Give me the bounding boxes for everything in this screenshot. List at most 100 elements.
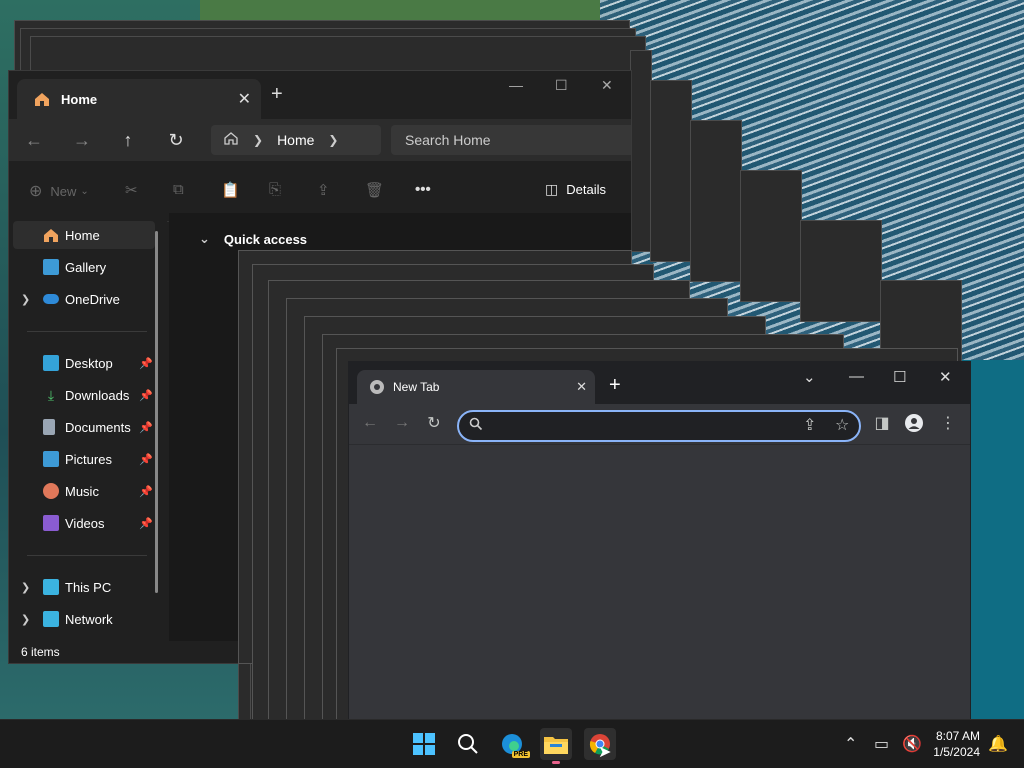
taskbar-search-button[interactable] (452, 728, 484, 760)
show-hidden-icons-button[interactable]: ⌃ (844, 720, 857, 768)
maximize-button[interactable]: ☐ (555, 77, 568, 94)
sidebar-item-gallery[interactable]: Gallery (13, 253, 155, 281)
chrome-favicon-icon (369, 379, 385, 395)
reload-button[interactable]: ↻ (423, 412, 445, 434)
maximize-button[interactable]: ☐ (893, 368, 906, 386)
pictures-icon (43, 451, 59, 467)
document-icon (43, 419, 55, 435)
sidebar-item-pictures[interactable]: Pictures 📌 (13, 445, 155, 473)
omnibox-input[interactable] (491, 412, 795, 442)
chrome-taskbar-icon[interactable]: ➤ (584, 728, 616, 761)
close-tab-icon[interactable]: ✕ (576, 379, 587, 395)
quick-access-header[interactable]: ⌄ Quick access (199, 231, 307, 247)
details-pane-icon: ◫ (545, 181, 559, 197)
explorer-titlebar[interactable]: Home ✕ + — ☐ ✕ (9, 71, 631, 119)
window-ghost-trail (740, 170, 802, 302)
omnibox[interactable]: ⇪ ☆ (457, 410, 861, 442)
sidebar-item-downloads[interactable]: ⤓ Downloads 📌 (13, 381, 155, 409)
chevron-right-icon[interactable]: ❯ (21, 581, 30, 594)
more-options-icon[interactable]: ••• (415, 181, 431, 198)
volume-muted-icon[interactable]: 🔇 (902, 720, 922, 768)
close-tab-icon[interactable]: ✕ (238, 89, 251, 109)
minimize-button[interactable]: — (849, 368, 864, 385)
file-explorer-taskbar-icon[interactable] (540, 728, 572, 764)
share-icon[interactable]: ⇪ (317, 181, 330, 199)
home-outline-icon (223, 130, 239, 151)
sidebar-item-label: Desktop (65, 355, 113, 371)
side-panel-icon[interactable]: ◨ (871, 412, 893, 434)
minimize-button[interactable]: — (509, 77, 523, 93)
sidebar-item-label: Music (65, 483, 99, 499)
sidebar-item-music[interactable]: Music 📌 (13, 477, 155, 505)
cloud-icon (43, 294, 59, 304)
details-label: Details (566, 182, 606, 197)
details-button[interactable]: ◫ Details (545, 181, 606, 198)
explorer-navbar: ← → ↑ ↻ ❯ Home ❯ Search Home (9, 119, 631, 161)
sidebar-item-this-pc[interactable]: ❯ This PC (13, 573, 155, 601)
forward-button[interactable]: → (69, 127, 95, 153)
chevron-right-icon[interactable]: ❯ (21, 293, 30, 306)
chevron-right-icon[interactable]: ❯ (21, 613, 30, 626)
chrome-tab-label: New Tab (393, 380, 440, 394)
up-button[interactable]: ↑ (115, 127, 141, 153)
plus-circle-icon: ⊕ (29, 183, 43, 200)
share-icon[interactable]: ⇪ (803, 415, 816, 435)
chevron-right-icon: ❯ (253, 133, 264, 147)
address-segment-home[interactable]: Home (277, 132, 314, 148)
sidebar-item-network[interactable]: ❯ Network (13, 605, 155, 633)
start-button[interactable] (408, 728, 440, 760)
sidebar-divider (27, 331, 147, 332)
search-box[interactable]: Search Home (391, 125, 631, 155)
explorer-tab-home[interactable]: Home ✕ (17, 79, 261, 119)
download-icon: ⤓ (47, 387, 55, 403)
taskbar: PRE ➤ ⌃ ▭ 🔇 8:07 AM 1/5/2024 🔔 (0, 719, 1024, 768)
refresh-button[interactable]: ↻ (163, 127, 189, 153)
sidebar-scrollbar[interactable] (155, 231, 158, 593)
network-icon (43, 611, 59, 627)
item-count: 6 items (21, 645, 60, 659)
chrome-tab-new-tab[interactable]: New Tab ✕ (357, 370, 595, 404)
sidebar-item-home[interactable]: Home (13, 221, 155, 249)
rename-icon[interactable]: ⎘ (269, 181, 281, 198)
bookmark-star-icon[interactable]: ☆ (835, 415, 849, 435)
back-button[interactable]: ← (359, 412, 381, 434)
copy-icon[interactable]: ⧉ (173, 181, 184, 198)
cut-icon[interactable]: ✂ (125, 181, 138, 199)
music-icon (43, 483, 59, 499)
clock[interactable]: 8:07 AM 1/5/2024 (933, 728, 980, 760)
sidebar-item-videos[interactable]: Videos 📌 (13, 509, 155, 537)
sidebar-item-label: Pictures (65, 451, 112, 467)
sidebar-item-desktop[interactable]: Desktop 📌 (13, 349, 155, 377)
edge-preview-icon[interactable]: PRE (496, 728, 530, 760)
tab-search-chevron-icon[interactable]: ⌄ (803, 368, 816, 386)
new-tab-button[interactable]: + (271, 83, 283, 106)
chrome-window: New Tab ✕ + ⌄ — ☐ ✕ ← → ↻ ⇪ ☆ ◨ ⋮ (348, 361, 971, 722)
menu-kebab-icon[interactable]: ⋮ (937, 412, 959, 434)
network-status-icon[interactable]: ▭ (874, 720, 889, 768)
chrome-tab-strip[interactable]: New Tab ✕ + ⌄ — ☐ ✕ (349, 362, 970, 404)
forward-button[interactable]: → (391, 412, 413, 434)
close-window-button[interactable]: ✕ (939, 368, 952, 386)
delete-icon[interactable]: 🗑 (365, 181, 384, 199)
sidebar-item-label: Gallery (65, 259, 107, 275)
pin-icon: 📌 (139, 517, 153, 530)
new-tab-button[interactable]: + (609, 374, 621, 397)
new-label: New (50, 183, 77, 199)
paste-icon[interactable]: 📋 (221, 181, 240, 199)
new-button[interactable]: ⊕ New ⌄ (29, 181, 89, 201)
window-ghost-trail (650, 80, 692, 262)
sidebar-item-documents[interactable]: Documents 📌 (13, 413, 155, 441)
chevron-right-icon[interactable]: ❯ (328, 133, 338, 147)
profile-avatar-icon[interactable] (903, 412, 925, 434)
video-icon (43, 515, 59, 531)
address-bar[interactable]: ❯ Home ❯ (211, 125, 381, 155)
close-window-button[interactable]: ✕ (601, 77, 613, 94)
notification-bell-icon[interactable]: 🔔 (988, 720, 1008, 768)
sidebar-item-onedrive[interactable]: ❯ OneDrive (13, 285, 155, 313)
sidebar-item-label: Home (65, 227, 100, 243)
clock-date: 1/5/2024 (933, 745, 980, 759)
sidebar-divider (27, 555, 147, 556)
gallery-icon (43, 259, 59, 275)
home-icon (33, 90, 51, 108)
back-button[interactable]: ← (21, 127, 47, 153)
